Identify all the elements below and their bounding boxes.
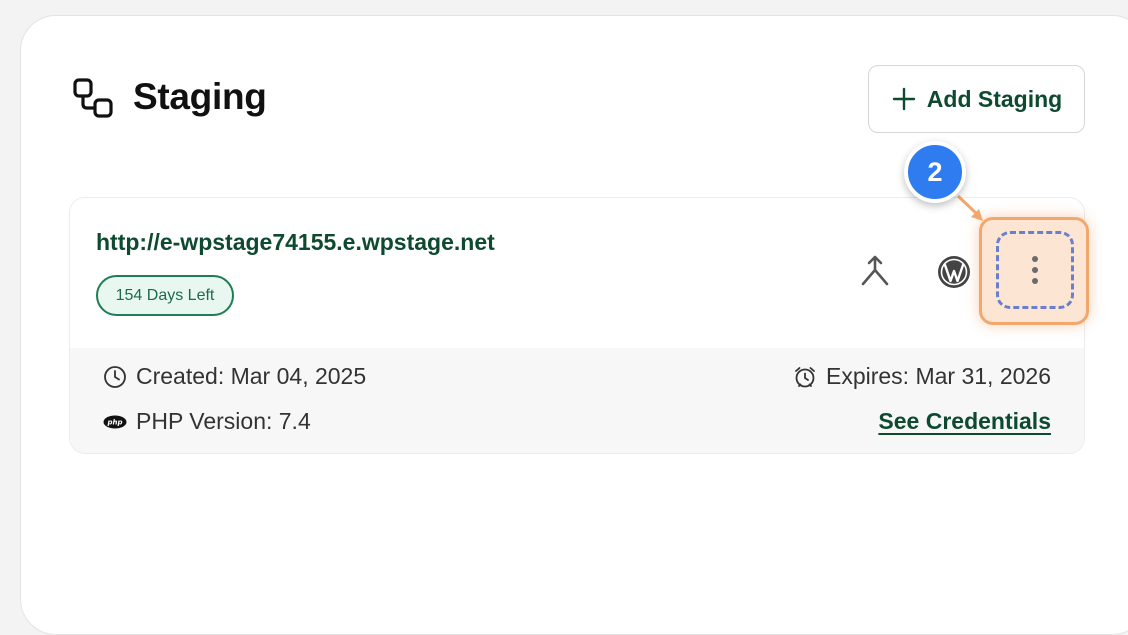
step-number-badge: 2 [904, 141, 966, 203]
more-options-button[interactable] [996, 231, 1074, 309]
clock-icon [104, 365, 126, 388]
php-version: PHP Version: 7.4 [136, 408, 311, 434]
created-date: Created: Mar 04, 2025 [136, 363, 367, 389]
add-staging-button[interactable]: Add Staging [868, 65, 1085, 133]
plus-icon [892, 87, 915, 111]
staging-icon [73, 78, 113, 118]
see-credentials-link[interactable]: See Credentials [878, 408, 1051, 435]
page-title: Staging [133, 76, 267, 117]
staging-url-link[interactable]: http://e-wpstage74155.e.wpstage.net [96, 229, 495, 256]
add-staging-label: Add Staging [926, 85, 1063, 112]
more-vertical-icon [1032, 256, 1038, 284]
php-icon: php [103, 415, 127, 428]
merge-icon[interactable] [857, 253, 893, 289]
staging-site-card: http://e-wpstage74155.e.wpstage.net 154 … [69, 197, 1085, 454]
expires-info: Expires: Mar 31, 2026 [793, 363, 1051, 390]
card-header: http://e-wpstage74155.e.wpstage.net 154 … [70, 198, 1084, 348]
expires-date: Expires: Mar 31, 2026 [825, 363, 1051, 389]
svg-text:php: php [106, 418, 122, 426]
days-left-badge: 154 Days Left [96, 275, 234, 316]
alarm-clock-icon [795, 366, 815, 387]
php-version-info: php PHP Version: 7.4 [103, 408, 311, 435]
created-info: Created: Mar 04, 2025 [103, 363, 366, 390]
wordpress-icon[interactable] [936, 254, 972, 290]
